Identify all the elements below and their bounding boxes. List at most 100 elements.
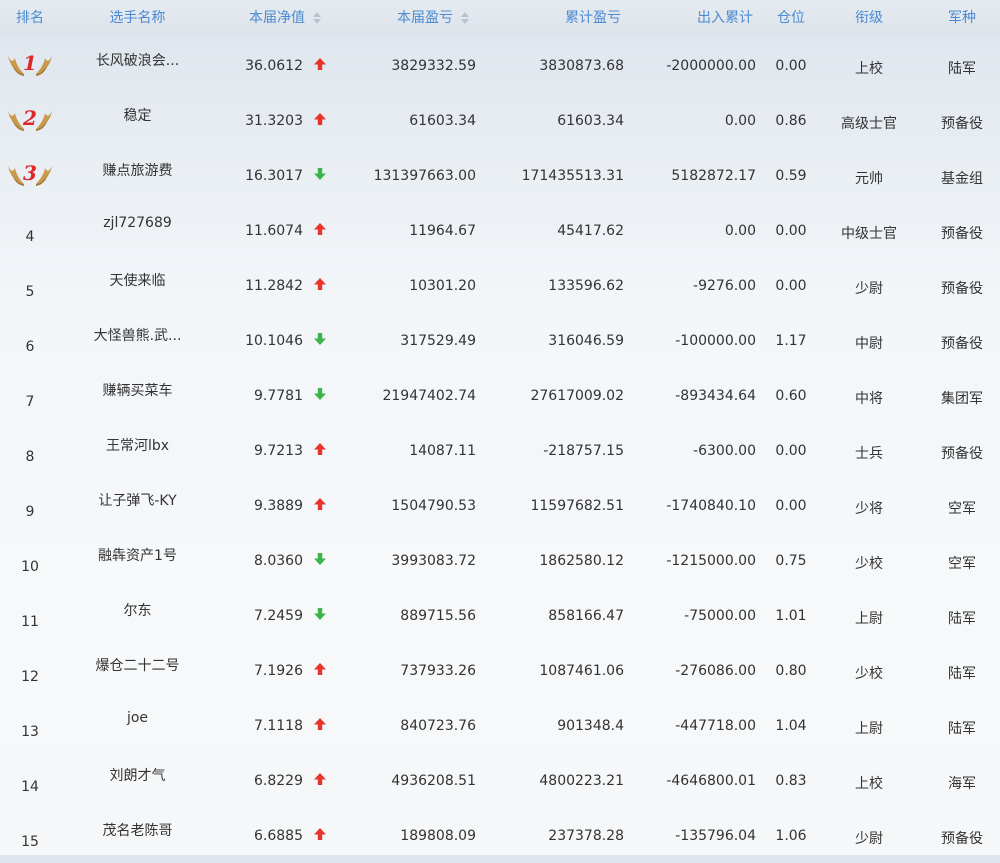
position-value: 1.17 xyxy=(775,333,807,349)
arrow-up-icon xyxy=(313,717,329,733)
arrow-down-icon xyxy=(313,167,329,183)
arrow-up-icon xyxy=(313,277,329,293)
inout-value: -75000.00 xyxy=(684,608,756,624)
position-value: 1.06 xyxy=(775,828,807,844)
army-branch: 空军 xyxy=(948,501,976,517)
arrow-up-icon xyxy=(313,827,329,843)
table-row[interactable]: 3 赚点旅游费 16.3017 131397663.00 171435513.3… xyxy=(0,148,1000,203)
profit-value: 317529.49 xyxy=(400,333,476,349)
player-name[interactable]: 大怪兽熊.武... xyxy=(70,325,205,345)
player-name[interactable]: 天使来临 xyxy=(70,270,205,290)
inout-value: -9276.00 xyxy=(693,278,756,294)
rank-cell: 14 xyxy=(21,779,39,795)
inout-value: 5182872.17 xyxy=(671,168,756,184)
sort-icon[interactable] xyxy=(461,12,469,24)
player-name[interactable]: 融犇资产1号 xyxy=(70,545,205,565)
arrow-up-icon xyxy=(313,772,329,788)
arrow-up-icon xyxy=(313,112,329,128)
table-row[interactable]: 12 爆仓二十二号 7.1926 737933.26 1087461.06 -2… xyxy=(0,643,1000,698)
total-profit-value: 27617009.02 xyxy=(530,388,624,404)
profit-value: 189808.09 xyxy=(400,828,476,844)
position-value: 0.00 xyxy=(775,58,807,74)
player-name[interactable]: 爆仓二十二号 xyxy=(70,655,205,675)
profit-value: 840723.76 xyxy=(400,718,476,734)
inout-value: -6300.00 xyxy=(693,443,756,459)
total-profit-value: 1087461.06 xyxy=(539,663,624,679)
table-row[interactable]: 13 joe 7.1118 840723.76 901348.4 -447718… xyxy=(0,698,1000,753)
rank-cell: 15 xyxy=(21,834,39,850)
rank-medal-icon: 1 xyxy=(6,48,54,80)
player-name[interactable]: 茂名老陈哥 xyxy=(70,820,205,840)
table-row[interactable]: 11 尔东 7.2459 889715.56 858166.47 -75000.… xyxy=(0,588,1000,643)
table-row[interactable]: 6 大怪兽熊.武... 10.1046 317529.49 316046.59 … xyxy=(0,313,1000,368)
inout-value: 0.00 xyxy=(724,223,756,239)
table-row[interactable]: 10 融犇资产1号 8.0360 3993083.72 1862580.12 -… xyxy=(0,533,1000,588)
total-profit-value: 858166.47 xyxy=(548,608,624,624)
table-row[interactable]: 9 让子弹飞-KY 9.3889 1504790.53 11597682.51 … xyxy=(0,478,1000,533)
nav-value: 6.8229 xyxy=(254,773,303,789)
military-rank: 中级士官 xyxy=(841,226,897,242)
military-rank: 少尉 xyxy=(855,831,883,847)
arrow-up-icon xyxy=(313,662,329,678)
nav-value: 7.1926 xyxy=(254,663,303,679)
nav-value: 7.2459 xyxy=(254,608,303,624)
military-rank: 元帅 xyxy=(855,171,883,187)
table-row[interactable]: 2 稳定 31.3203 61603.34 61603.34 0.00 0.86… xyxy=(0,93,1000,148)
profit-value: 889715.56 xyxy=(400,608,476,624)
table-row[interactable]: 1 长风破浪会... 36.0612 3829332.59 3830873.68… xyxy=(0,38,1000,93)
inout-value: -2000000.00 xyxy=(666,58,756,74)
rank-medal-icon: 2 xyxy=(6,103,54,135)
sort-icon[interactable] xyxy=(313,12,321,24)
inout-value: -135796.04 xyxy=(675,828,756,844)
inout-value: -1740840.10 xyxy=(666,498,756,514)
header-io: 出入累计 xyxy=(697,10,753,26)
rank-cell: 7 xyxy=(25,394,35,410)
header-profit-sortable[interactable]: 本届盈亏 xyxy=(397,0,469,36)
army-branch: 预备役 xyxy=(941,831,983,847)
military-rank: 少尉 xyxy=(855,281,883,297)
nav-value: 9.3889 xyxy=(254,498,303,514)
player-name[interactable]: 让子弹飞-KY xyxy=(70,490,205,510)
profit-value: 1504790.53 xyxy=(391,498,476,514)
player-name[interactable]: 长风破浪会... xyxy=(70,50,205,70)
profit-value: 3993083.72 xyxy=(391,553,476,569)
army-branch: 预备役 xyxy=(941,226,983,242)
header-position: 仓位 xyxy=(777,10,805,26)
table-row[interactable]: 8 王常河lbx 9.7213 14087.11 -218757.15 -630… xyxy=(0,423,1000,478)
player-name[interactable]: 尔东 xyxy=(70,600,205,620)
profit-value: 131397663.00 xyxy=(373,168,476,184)
arrow-up-icon xyxy=(313,442,329,458)
header-name: 选手名称 xyxy=(109,10,166,26)
rank-cell: 6 xyxy=(25,339,35,355)
player-name[interactable]: 王常河lbx xyxy=(70,435,205,455)
player-name[interactable]: 赚点旅游费 xyxy=(70,160,205,180)
nav-value: 9.7781 xyxy=(254,388,303,404)
total-profit-value: 4800223.21 xyxy=(539,773,624,789)
player-name[interactable]: joe xyxy=(70,710,205,726)
position-value: 0.00 xyxy=(775,223,807,239)
player-name[interactable]: 稳定 xyxy=(70,105,205,125)
table-header: 排名 选手名称 本届净值 本届盈亏 累计盈亏 出入累计 仓位 衔级 军种 xyxy=(0,0,1000,36)
table-row[interactable]: 7 赚辆买菜车 9.7781 21947402.74 27617009.02 -… xyxy=(0,368,1000,423)
table-row[interactable]: 5 天使来临 11.2842 10301.20 133596.62 -9276.… xyxy=(0,258,1000,313)
arrow-up-icon xyxy=(313,222,329,238)
nav-value: 31.3203 xyxy=(245,113,303,129)
military-rank: 少将 xyxy=(855,501,883,517)
nav-value: 36.0612 xyxy=(245,58,303,74)
position-value: 0.59 xyxy=(775,168,807,184)
table-row[interactable]: 14 刘朗才气 6.8229 4936208.51 4800223.21 -46… xyxy=(0,753,1000,808)
rank-cell: 8 xyxy=(25,449,35,465)
military-rank: 少校 xyxy=(855,556,883,572)
rank-number: 2 xyxy=(23,106,37,130)
rank-cell: 11 xyxy=(21,614,39,630)
total-profit-value: 61603.34 xyxy=(557,113,624,129)
header-nav-sortable[interactable]: 本届净值 xyxy=(249,0,321,36)
army-branch: 陆军 xyxy=(948,611,976,627)
player-name[interactable]: 刘朗才气 xyxy=(70,765,205,785)
inout-value: -100000.00 xyxy=(675,333,756,349)
table-row[interactable]: 4 zjl727689 11.6074 11964.67 45417.62 0.… xyxy=(0,203,1000,258)
player-name[interactable]: zjl727689 xyxy=(70,215,205,231)
army-branch: 陆军 xyxy=(948,721,976,737)
header-rank: 排名 xyxy=(16,10,44,26)
player-name[interactable]: 赚辆买菜车 xyxy=(70,380,205,400)
